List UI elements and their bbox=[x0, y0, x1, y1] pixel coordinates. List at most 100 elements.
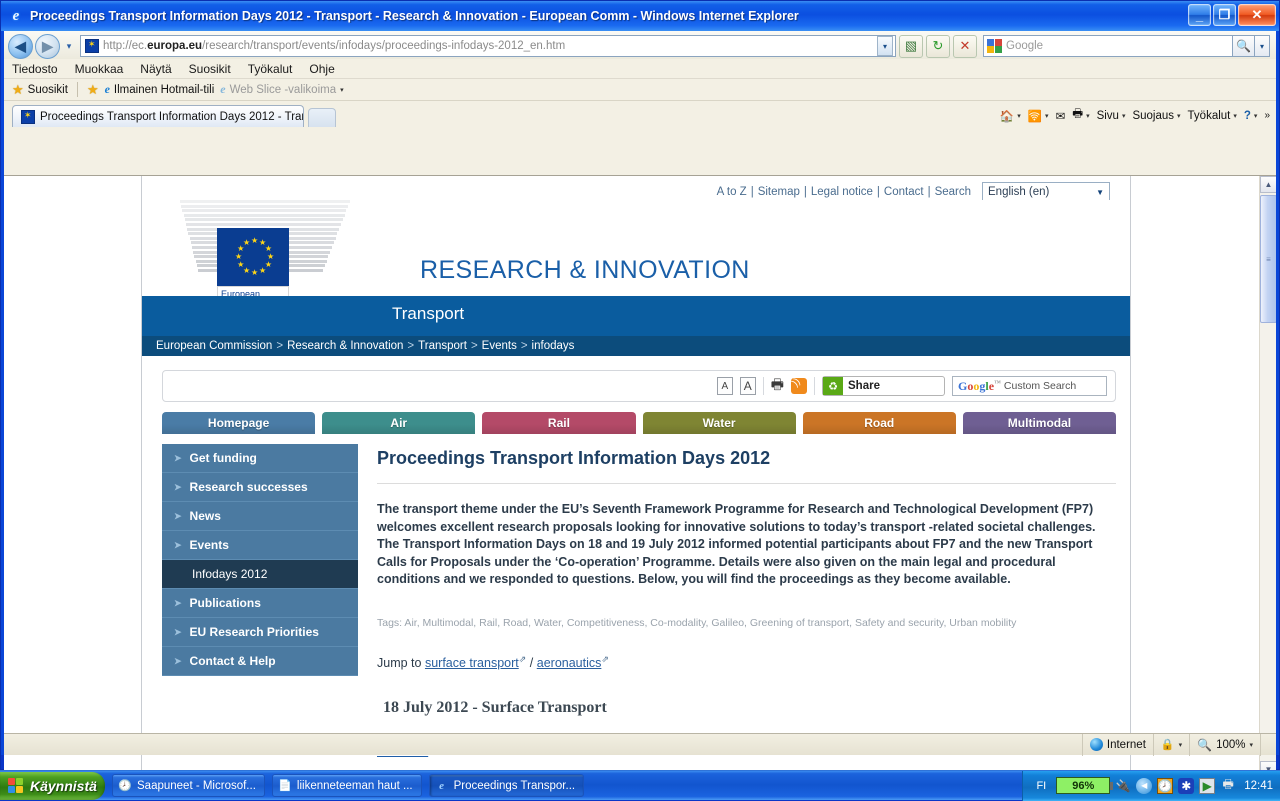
taskbar-item-outlook[interactable]: 🕗 Saapuneet - Microsof... bbox=[112, 774, 265, 797]
add-to-favorites-bar-icon[interactable]: ★ bbox=[87, 82, 99, 98]
sidebar-item-eu-research-priorities[interactable]: ➤EU Research Priorities bbox=[162, 618, 358, 647]
stop-icon[interactable]: ✕ bbox=[953, 35, 977, 58]
windows-flag-icon bbox=[8, 778, 24, 794]
print-page-icon[interactable]: 🖶 bbox=[771, 374, 784, 398]
site-banner: ★★★★★★★★★★★★ European Commission RESEARC… bbox=[142, 200, 1130, 296]
bluetooth-icon[interactable]: ✱ bbox=[1178, 778, 1194, 794]
sidebar-item-events[interactable]: ➤Events bbox=[162, 531, 358, 560]
tools-menu[interactable]: Työkalut▾ bbox=[1188, 110, 1237, 122]
compatibility-view-icon[interactable]: ▧ bbox=[899, 35, 923, 58]
home-button[interactable]: 🏠▾ bbox=[1000, 109, 1021, 123]
tab-multimodal[interactable]: Multimodal bbox=[963, 412, 1116, 434]
new-tab-button[interactable] bbox=[308, 108, 336, 127]
read-mail-button[interactable]: ✉ bbox=[1056, 109, 1066, 123]
link-a-to-z[interactable]: A to Z bbox=[717, 186, 747, 198]
page-menu[interactable]: Sivu▾ bbox=[1097, 110, 1126, 122]
sidebar-item-news[interactable]: ➤News bbox=[162, 502, 358, 531]
minimize-button[interactable]: _ bbox=[1188, 4, 1211, 26]
decrease-font-button[interactable]: A bbox=[717, 377, 733, 395]
ie-page-icon: e bbox=[105, 82, 110, 97]
sidebar-item-get-funding[interactable]: ➤Get funding bbox=[162, 444, 358, 473]
web-slice-gallery[interactable]: e Web Slice -valikoima ▾ bbox=[220, 82, 343, 97]
link-contact[interactable]: Contact bbox=[884, 186, 924, 198]
google-icon bbox=[987, 39, 1002, 53]
tab-road[interactable]: Road bbox=[803, 412, 956, 434]
tab-homepage[interactable]: Homepage bbox=[162, 412, 315, 434]
tab-rail[interactable]: Rail bbox=[482, 412, 635, 434]
link-surface-transport[interactable]: surface transport bbox=[425, 656, 519, 670]
scrollbar-thumb[interactable]: ≡ bbox=[1260, 195, 1276, 323]
recent-pages-dropdown[interactable]: ▾ bbox=[62, 41, 76, 52]
document-icon: 📄 bbox=[278, 779, 292, 793]
sidebar-item-label: Research successes bbox=[190, 480, 308, 494]
sidebar-item-infodays-2012[interactable]: Infodays 2012 bbox=[162, 560, 358, 589]
breadcrumb-item-4[interactable]: infodays bbox=[532, 340, 575, 352]
breadcrumb-item-3[interactable]: Events bbox=[482, 340, 517, 352]
start-button[interactable]: Käynnistä bbox=[0, 772, 105, 800]
breadcrumb-item-0[interactable]: European Commission bbox=[156, 340, 272, 352]
menu-item-view[interactable]: Näytä bbox=[140, 62, 171, 76]
taskbar-item-document[interactable]: 📄 liikenneteeman haut ... bbox=[272, 774, 422, 797]
outlook-icon: 🕗 bbox=[118, 779, 132, 793]
address-input[interactable]: http://ec.europa.eu/research/transport/e… bbox=[80, 35, 896, 57]
menu-item-edit[interactable]: Muokkaa bbox=[75, 62, 124, 76]
menu-item-tools[interactable]: Työkalut bbox=[248, 62, 293, 76]
sidebar-item-publications[interactable]: ➤Publications bbox=[162, 589, 358, 618]
link-sitemap[interactable]: Sitemap bbox=[758, 186, 800, 198]
help-menu[interactable]: ?▾ bbox=[1244, 110, 1258, 122]
language-indicator[interactable]: FI bbox=[1031, 780, 1051, 792]
google-wordmark: Google™ bbox=[958, 379, 1001, 394]
search-go-icon[interactable]: 🔍 bbox=[1233, 35, 1255, 57]
media-icon[interactable]: ▶ bbox=[1199, 778, 1215, 794]
security-zone[interactable]: Internet bbox=[1082, 734, 1153, 756]
vertical-scrollbar[interactable]: ▲ ≡ ▼ bbox=[1259, 176, 1276, 777]
increase-font-button[interactable]: A bbox=[740, 377, 756, 395]
tab-air[interactable]: Air bbox=[322, 412, 475, 434]
refresh-icon[interactable]: ↻ bbox=[926, 35, 950, 58]
tab-active[interactable]: Proceedings Transport Information Days 2… bbox=[12, 105, 304, 127]
sidebar-item-label: Contact & Help bbox=[190, 654, 276, 668]
language-select[interactable]: English (en) ▼ bbox=[982, 182, 1110, 202]
print-button[interactable]: 🖶▾ bbox=[1072, 106, 1089, 125]
resize-grip[interactable] bbox=[1260, 734, 1276, 756]
power-plug-icon[interactable]: 🔌 bbox=[1115, 778, 1131, 794]
battery-indicator[interactable]: 96% bbox=[1056, 777, 1110, 794]
favorites-bar: ★ Suosikit ★ e Ilmainen Hotmail-tili e W… bbox=[4, 79, 1276, 101]
favorite-hotmail[interactable]: e Ilmainen Hotmail-tili bbox=[105, 82, 215, 97]
breadcrumb-item-2[interactable]: Transport bbox=[418, 340, 467, 352]
favorites-button[interactable]: ★ Suosikit bbox=[12, 82, 68, 98]
clock-tray-icon[interactable]: 🕗 bbox=[1157, 778, 1173, 794]
share-button[interactable]: ♻ Share bbox=[822, 376, 945, 396]
sidebar-item-contact-help[interactable]: ➤Contact & Help bbox=[162, 647, 358, 676]
show-hidden-icons-button[interactable]: ◀ bbox=[1136, 778, 1152, 794]
menu-item-help[interactable]: Ohje bbox=[309, 62, 334, 76]
protected-mode[interactable]: 🔒 ▾ bbox=[1153, 734, 1189, 756]
safety-menu[interactable]: Suojaus▾ bbox=[1132, 110, 1180, 122]
feeds-button[interactable]: 🛜▾ bbox=[1028, 109, 1049, 123]
link-search[interactable]: Search bbox=[935, 186, 971, 198]
printer-tray-icon[interactable]: 🖶 bbox=[1220, 778, 1236, 794]
google-custom-search-input[interactable]: Google™ Custom Search bbox=[952, 376, 1107, 396]
taskbar-clock[interactable]: 12:41 bbox=[1244, 780, 1273, 792]
tab-water[interactable]: Water bbox=[643, 412, 796, 434]
forward-button[interactable]: ▶ bbox=[35, 34, 60, 59]
zoom-control[interactable]: 🔍 100% ▾ bbox=[1189, 734, 1260, 756]
address-dropdown-icon[interactable]: ▾ bbox=[877, 36, 893, 56]
scroll-up-button[interactable]: ▲ bbox=[1260, 176, 1276, 193]
overflow-chevron[interactable]: » bbox=[1264, 110, 1270, 121]
back-button[interactable]: ◀ bbox=[8, 34, 33, 59]
breadcrumb-separator: > bbox=[471, 340, 478, 352]
menu-item-file[interactable]: Tiedosto bbox=[12, 62, 58, 76]
maximize-button[interactable]: ❐ bbox=[1213, 4, 1236, 26]
close-button[interactable]: ✕ bbox=[1238, 4, 1276, 26]
breadcrumb-item-1[interactable]: Research & Innovation bbox=[287, 340, 403, 352]
taskbar-item-internet-explorer[interactable]: e Proceedings Transpor... bbox=[429, 774, 584, 797]
rss-feed-icon[interactable] bbox=[791, 378, 807, 394]
search-provider-dropdown[interactable]: ▾ bbox=[1255, 35, 1270, 57]
search-input[interactable]: Google bbox=[983, 35, 1233, 57]
link-legal-notice[interactable]: Legal notice bbox=[811, 186, 873, 198]
menu-item-favorites[interactable]: Suosikit bbox=[189, 62, 231, 76]
sidebar-item-research-successes[interactable]: ➤Research successes bbox=[162, 473, 358, 502]
command-bar: 🏠▾ 🛜▾ ✉ 🖶▾ Sivu▾ Suojaus▾ Työkalut▾ ?▾ » bbox=[1000, 106, 1270, 125]
link-aeronautics[interactable]: aeronautics bbox=[537, 656, 602, 670]
